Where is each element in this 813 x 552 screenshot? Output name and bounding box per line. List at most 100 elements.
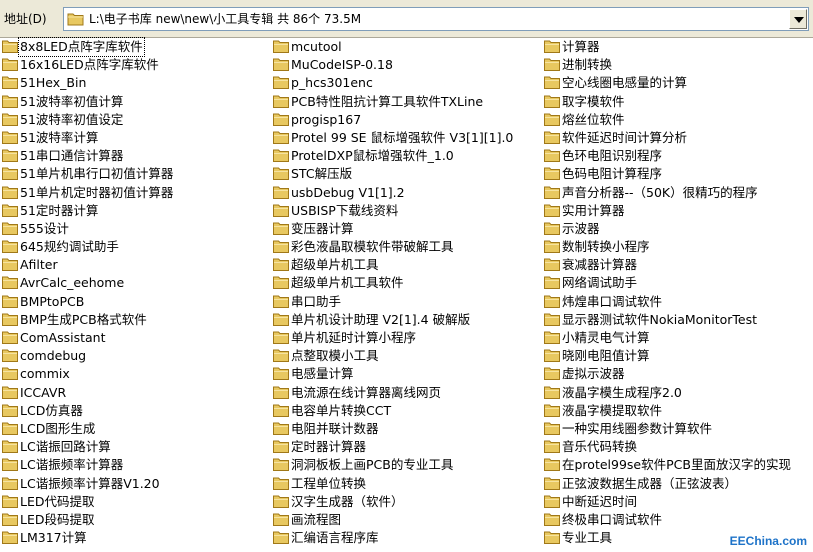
folder-name: 洞洞板板上画PCB的专业工具 [291, 457, 454, 473]
folder-item[interactable]: 熔丝位软件 [544, 111, 812, 129]
folder-item[interactable]: progisp167 [273, 111, 543, 129]
address-toolbar: 地址(D) L:\电子书库 new\new\小工具专辑 共 86个 73.5M [0, 0, 813, 38]
folder-item[interactable]: commix [2, 365, 272, 383]
folder-item[interactable]: 51单片机定时器初值计算器 [2, 184, 272, 202]
folder-item[interactable]: 51波特率初值设定 [2, 111, 272, 129]
address-dropdown-button[interactable] [789, 9, 807, 29]
folder-item[interactable]: LCD图形生成 [2, 420, 272, 438]
folder-item[interactable]: LM317计算 [2, 529, 272, 547]
folder-icon [273, 167, 289, 181]
folder-item[interactable]: LED代码提取 [2, 493, 272, 511]
folder-item[interactable]: 炜煌串口调试软件 [544, 293, 812, 311]
folder-item[interactable]: 液晶字模生成程序2.0 [544, 384, 812, 402]
folder-item[interactable]: 单片机延时计算小程序 [273, 329, 543, 347]
folder-item[interactable]: 软件延迟时间计算分析 [544, 129, 812, 147]
folder-item[interactable]: 电容单片转换CCT [273, 402, 543, 420]
folder-item[interactable]: 实用计算器 [544, 202, 812, 220]
folder-item[interactable]: 16x16LED点阵字库软件 [2, 56, 272, 74]
folder-name: 空心线圈电感量的计算 [562, 75, 688, 91]
folder-item[interactable]: 一种实用线圈参数计算软件 [544, 420, 812, 438]
folder-item[interactable]: 衰减器计算器 [544, 256, 812, 274]
folder-item[interactable]: 晓刚电阻值计算 [544, 347, 812, 365]
folder-item[interactable]: ComAssistant [2, 329, 272, 347]
folder-name: LCD仿真器 [20, 402, 83, 418]
folder-item[interactable]: 555设计 [2, 220, 272, 238]
folder-item[interactable]: 终极串口调试软件 [544, 511, 812, 529]
folder-item[interactable]: AvrCalc_eehome [2, 274, 272, 292]
folder-item[interactable]: 超级单片机工具 [273, 256, 543, 274]
folder-item[interactable]: 超级单片机工具软件 [273, 274, 543, 292]
folder-item[interactable]: 画流程图 [273, 511, 543, 529]
folder-item[interactable]: MuCodeISP-0.18 [273, 56, 543, 74]
folder-item[interactable]: 取字模软件 [544, 93, 812, 111]
folder-item[interactable]: LCD仿真器 [2, 402, 272, 420]
folder-item[interactable]: 中断延迟时间 [544, 493, 812, 511]
folder-item[interactable]: 变压器计算 [273, 220, 543, 238]
folder-item[interactable]: ProtelDXP鼠标增强软件_1.0 [273, 147, 543, 165]
folder-name: 示波器 [562, 220, 600, 236]
folder-name: LCD图形生成 [20, 420, 96, 436]
folder-name: 取字模软件 [562, 93, 625, 109]
folder-item[interactable]: 音乐代码转换 [544, 438, 812, 456]
folder-name: LM317计算 [20, 530, 87, 546]
folder-item[interactable]: USBISP下载线资料 [273, 202, 543, 220]
folder-item[interactable]: 洞洞板板上画PCB的专业工具 [273, 456, 543, 474]
folder-item[interactable]: LED段码提取 [2, 511, 272, 529]
folder-icon [2, 495, 18, 508]
folder-item[interactable]: 工程单位转换 [273, 475, 543, 493]
folder-item[interactable]: 电流源在线计算器离线网页 [273, 384, 543, 402]
folder-item[interactable]: 彩色液晶取模软件带破解工具 [273, 238, 543, 256]
folder-item[interactable]: 电感量计算 [273, 365, 543, 383]
folder-item[interactable]: 网络调试助手 [544, 274, 812, 292]
folder-item[interactable]: 虚拟示波器 [544, 365, 812, 383]
folder-icon [544, 458, 560, 472]
folder-item[interactable]: 51波特率初值计算 [2, 93, 272, 111]
folder-item[interactable]: Afilter [2, 256, 272, 274]
folder-item[interactable]: 51波特率计算 [2, 129, 272, 147]
folder-name: 数制转换小程序 [562, 239, 650, 255]
folder-item[interactable]: 色码电阻计算程序 [544, 165, 812, 183]
folder-item[interactable]: 液晶字模提取软件 [544, 402, 812, 420]
folder-item[interactable]: 汇编语言程序库 [273, 529, 543, 547]
address-input[interactable]: L:\电子书库 new\new\小工具专辑 共 86个 73.5M [63, 7, 809, 31]
folder-item[interactable]: 色环电阻识别程序 [544, 147, 812, 165]
folder-item[interactable]: 汉字生成器（软件） [273, 493, 543, 511]
folder-item[interactable]: comdebug [2, 347, 272, 365]
folder-item[interactable]: 串口助手 [273, 293, 543, 311]
folder-item[interactable]: 8x8LED点阵字库软件 [2, 37, 272, 57]
folder-item[interactable]: 小精灵电气计算 [544, 329, 812, 347]
folder-item[interactable]: 声音分析器--（50K）很精巧的程序 [544, 184, 812, 202]
folder-name: 超级单片机工具软件 [291, 275, 404, 291]
folder-item[interactable]: usbDebug V1[1].2 [273, 184, 543, 202]
folder-item[interactable]: 计算器 [544, 38, 812, 56]
folder-item[interactable]: 数制转换小程序 [544, 238, 812, 256]
folder-item[interactable]: mcutool [273, 38, 543, 56]
folder-item[interactable]: 645规约调试助手 [2, 238, 272, 256]
folder-item[interactable]: BMPtoPCB [2, 293, 272, 311]
folder-item[interactable]: LC谐振回路计算 [2, 438, 272, 456]
folder-item[interactable]: 显示器测试软件NokiaMonitorTest [544, 311, 812, 329]
folder-item[interactable]: 单片机设计助理 V2[1].4 破解版 [273, 311, 543, 329]
folder-icon [2, 295, 18, 308]
folder-item[interactable]: 51定时器计算 [2, 202, 272, 220]
folder-item[interactable]: 示波器 [544, 220, 812, 238]
folder-item[interactable]: 电阻并联计数器 [273, 420, 543, 438]
folder-item[interactable]: 点整取模小工具 [273, 347, 543, 365]
folder-item[interactable]: 51Hex_Bin [2, 74, 272, 92]
folder-item[interactable]: PCB特性阻抗计算工具软件TXLine [273, 93, 543, 111]
folder-item[interactable]: ICCAVR [2, 384, 272, 402]
folder-item[interactable]: 正弦波数据生成器（正弦波表） [544, 475, 812, 493]
folder-item[interactable]: 51单片机串行口初值计算器 [2, 165, 272, 183]
folder-item[interactable]: BMP生成PCB格式软件 [2, 311, 272, 329]
folder-item[interactable]: 空心线圈电感量的计算 [544, 74, 812, 92]
folder-item[interactable]: LC谐振频率计算器 [2, 456, 272, 474]
folder-item[interactable]: p_hcs301enc [273, 74, 543, 92]
folder-name: 声音分析器--（50K）很精巧的程序 [562, 184, 758, 200]
folder-item[interactable]: 51串口通信计算器 [2, 147, 272, 165]
folder-item[interactable]: STC解压版 [273, 165, 543, 183]
folder-item[interactable]: 定时器计算器 [273, 438, 543, 456]
folder-item[interactable]: 进制转换 [544, 56, 812, 74]
folder-item[interactable]: Protel 99 SE 鼠标增强软件 V3[1][1].0 [273, 129, 543, 147]
folder-item[interactable]: 在protel99se软件PCB里面放汉字的实现 [544, 456, 812, 474]
folder-item[interactable]: LC谐振频率计算器V1.20 [2, 475, 272, 493]
